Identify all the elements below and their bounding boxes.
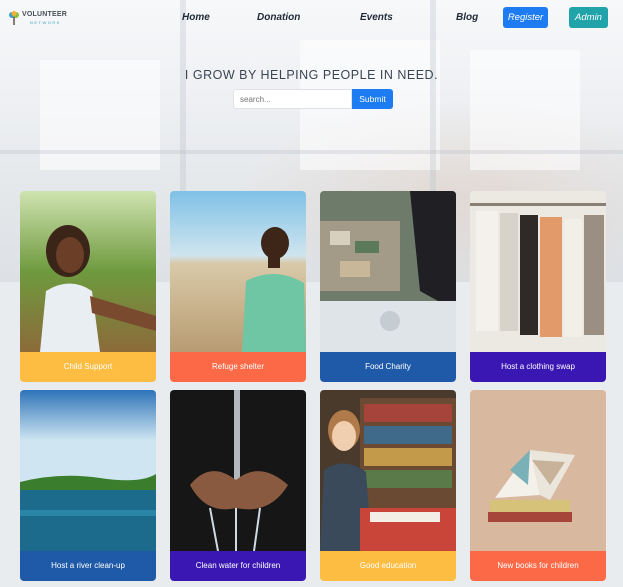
card-food-charity[interactable]: Food Charity bbox=[320, 191, 456, 382]
card-label: Child Support bbox=[20, 352, 156, 382]
food-charity-image bbox=[320, 191, 456, 352]
card-label: Host a river clean-up bbox=[20, 551, 156, 581]
river-cleanup-image bbox=[20, 390, 156, 551]
card-child-support[interactable]: Child Support bbox=[20, 191, 156, 382]
card-new-books[interactable]: New books for children bbox=[470, 390, 606, 581]
admin-button[interactable]: Admin bbox=[569, 7, 608, 28]
child-support-image bbox=[20, 191, 156, 352]
search-input[interactable] bbox=[233, 89, 352, 109]
card-refuge-shelter[interactable]: Refuge shelter bbox=[170, 191, 306, 382]
nav-donation-link[interactable]: Donation bbox=[257, 12, 300, 23]
register-button[interactable]: Register bbox=[503, 7, 548, 28]
submit-button[interactable]: Submit bbox=[352, 89, 393, 109]
card-label: Good education bbox=[320, 551, 456, 581]
card-label: Food Charity bbox=[320, 352, 456, 382]
card-label: Refuge shelter bbox=[170, 352, 306, 382]
refuge-shelter-image bbox=[170, 191, 306, 352]
tree-icon bbox=[9, 11, 19, 25]
card-label: New books for children bbox=[470, 551, 606, 581]
nav-events-link[interactable]: Events bbox=[360, 12, 393, 23]
hero-tagline: I GROW BY HELPING PEOPLE IN NEED. bbox=[184, 68, 439, 82]
good-education-image bbox=[320, 390, 456, 551]
logo[interactable]: VOLUNTEER NETWORK bbox=[8, 9, 72, 29]
card-good-education[interactable]: Good education bbox=[320, 390, 456, 581]
clothing-swap-image bbox=[470, 191, 606, 352]
new-books-image bbox=[470, 390, 606, 551]
card-clean-water[interactable]: Clean water for children bbox=[170, 390, 306, 581]
card-river-cleanup[interactable]: Host a river clean-up bbox=[20, 390, 156, 581]
card-label: Host a clothing swap bbox=[470, 352, 606, 382]
card-clothing-swap[interactable]: Host a clothing swap bbox=[470, 191, 606, 382]
logo-subtitle: NETWORK bbox=[30, 20, 61, 25]
clean-water-image bbox=[170, 390, 306, 551]
card-label: Clean water for children bbox=[170, 551, 306, 581]
top-nav: VOLUNTEER NETWORK Home Donation Events B… bbox=[0, 0, 623, 36]
nav-home-link[interactable]: Home bbox=[182, 12, 210, 23]
nav-blog-link[interactable]: Blog bbox=[456, 12, 478, 23]
logo-name: VOLUNTEER bbox=[22, 11, 67, 18]
